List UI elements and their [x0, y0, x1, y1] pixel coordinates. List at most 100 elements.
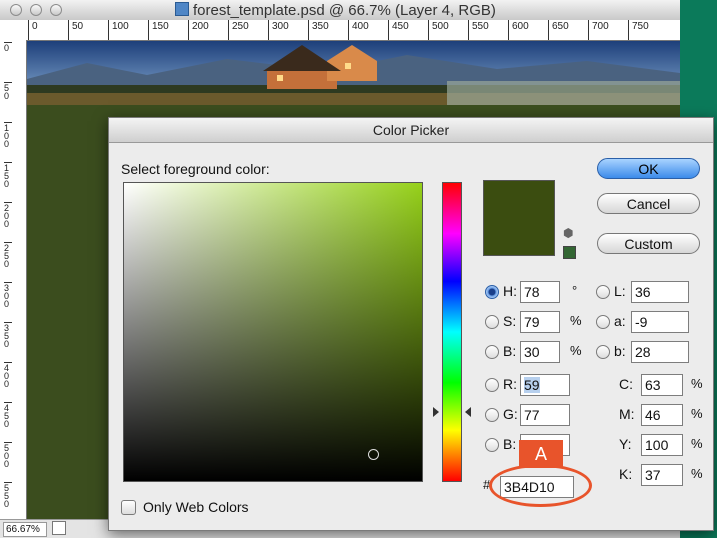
hue-slider-arrow-right[interactable] — [465, 407, 471, 417]
dialog-title: Color Picker — [109, 118, 713, 143]
red-label: R: — [503, 376, 517, 392]
zoom-window-button[interactable] — [50, 4, 62, 16]
b-channel-radio[interactable] — [596, 345, 610, 359]
red-input-value: 59 — [524, 377, 540, 393]
document-titlebar: forest_template.psd @ 66.7% (Layer 4, RG… — [0, 0, 680, 21]
ruler-tick: 250 — [228, 20, 249, 40]
ruler-tick: 100 — [108, 20, 129, 40]
brightness-label: B: — [503, 343, 517, 359]
saturation-row: S: 79 % — [485, 311, 585, 333]
black-row: K: 37 % — [619, 464, 709, 486]
a-channel-input[interactable]: -9 — [631, 311, 689, 333]
ruler-tick: 600 — [508, 20, 529, 40]
color-field[interactable] — [123, 182, 423, 482]
custom-button[interactable]: Custom — [597, 233, 700, 254]
brightness-row: B: 30 % — [485, 341, 585, 363]
hue-input[interactable]: 78 — [520, 281, 560, 303]
only-web-colors-label: Only Web Colors — [143, 499, 249, 515]
yellow-label: Y: — [619, 436, 632, 452]
ruler-tick: 350 — [308, 20, 329, 40]
ruler-tick: 300 — [268, 20, 289, 40]
brightness-unit: % — [570, 343, 582, 358]
green-label: G: — [503, 406, 518, 422]
ruler-tick: 650 — [548, 20, 569, 40]
brightness-radio[interactable] — [485, 345, 499, 359]
minimize-window-button[interactable] — [30, 4, 42, 16]
magenta-input[interactable]: 46 — [641, 404, 683, 426]
ruler-tick: 300 — [4, 282, 12, 309]
ruler-tick: 50 — [4, 82, 12, 101]
yellow-row: Y: 100 % — [619, 434, 709, 456]
vertical-ruler: 0 50 100 150 200 250 300 350 400 450 500… — [0, 40, 27, 519]
ruler-tick: 0 — [4, 42, 12, 53]
color-cursor[interactable] — [368, 449, 379, 460]
hue-label: H: — [503, 283, 517, 299]
ruler-tick: 200 — [188, 20, 209, 40]
select-color-label: Select foreground color: — [121, 161, 270, 177]
red-radio[interactable] — [485, 378, 499, 392]
ruler-tick: 100 — [4, 122, 12, 149]
black-label: K: — [619, 466, 633, 482]
black-input[interactable]: 37 — [641, 464, 683, 486]
document-title: forest_template.psd @ 66.7% (Layer 4, RG… — [175, 2, 496, 19]
hue-slider[interactable] — [442, 182, 462, 482]
lightness-radio[interactable] — [596, 285, 610, 299]
ruler-tick: 500 — [428, 20, 449, 40]
ruler-tick: 400 — [4, 362, 12, 389]
green-row: G: 77 — [485, 404, 575, 426]
ruler-tick: 150 — [148, 20, 169, 40]
green-input[interactable]: 77 — [520, 404, 570, 426]
close-window-button[interactable] — [10, 4, 22, 16]
green-radio[interactable] — [485, 408, 499, 422]
zoom-field[interactable]: 66.67% — [3, 522, 47, 537]
ruler-tick: 150 — [4, 162, 12, 189]
ruler-tick: 550 — [4, 482, 12, 509]
ruler-tick: 200 — [4, 202, 12, 229]
saturation-label: S: — [503, 313, 517, 329]
yellow-input[interactable]: 100 — [641, 434, 683, 456]
magenta-row: M: 46 % — [619, 404, 709, 426]
b-channel-row: b: 28 — [596, 341, 696, 363]
document-icon[interactable] — [52, 521, 66, 535]
b-channel-input[interactable]: 28 — [631, 341, 689, 363]
web-safe-cube-icon[interactable]: ⬢ — [563, 226, 573, 240]
ruler-tick: 550 — [468, 20, 489, 40]
lightness-row: L: 36 — [596, 281, 696, 303]
psd-file-icon — [175, 2, 189, 16]
cyan-row: C: 63 % — [619, 374, 709, 396]
red-row: R: 59 — [485, 374, 575, 396]
checkbox-box[interactable] — [121, 500, 136, 515]
cyan-input[interactable]: 63 — [641, 374, 683, 396]
hue-slider-arrow-left[interactable] — [433, 407, 439, 417]
saturation-input[interactable]: 79 — [520, 311, 560, 333]
saturation-radio[interactable] — [485, 315, 499, 329]
current-color-swatch — [483, 180, 555, 256]
ruler-tick: 50 — [68, 20, 83, 40]
ruler-tick: 500 — [4, 442, 12, 469]
ruler-tick: 750 — [628, 20, 649, 40]
hue-unit: ° — [572, 283, 578, 298]
red-input[interactable]: 59 — [520, 374, 570, 396]
color-picker-dialog: Color Picker Select foreground color: ⬢ … — [108, 117, 714, 531]
blue-label: B: — [503, 436, 517, 452]
a-channel-label: a: — [614, 313, 626, 329]
hue-radio[interactable] — [485, 285, 499, 299]
magenta-label: M: — [619, 406, 635, 422]
horizontal-ruler: 0 50 100 150 200 250 300 350 400 450 500… — [0, 20, 680, 41]
ok-button[interactable]: OK — [597, 158, 700, 179]
ruler-tick: 450 — [4, 402, 12, 429]
blue-radio[interactable] — [485, 438, 499, 452]
b-channel-label: b: — [614, 343, 626, 359]
brightness-input[interactable]: 30 — [520, 341, 560, 363]
cancel-button[interactable]: Cancel — [597, 193, 700, 214]
cyan-label: C: — [619, 376, 633, 392]
lightness-input[interactable]: 36 — [631, 281, 689, 303]
saturation-unit: % — [570, 313, 582, 328]
callout-badge: A — [519, 440, 563, 468]
a-channel-radio[interactable] — [596, 315, 610, 329]
web-safe-swatch[interactable] — [563, 246, 576, 259]
cyan-unit: % — [691, 376, 703, 391]
ruler-tick: 450 — [388, 20, 409, 40]
ruler-tick: 350 — [4, 322, 12, 349]
ruler-tick: 400 — [348, 20, 369, 40]
